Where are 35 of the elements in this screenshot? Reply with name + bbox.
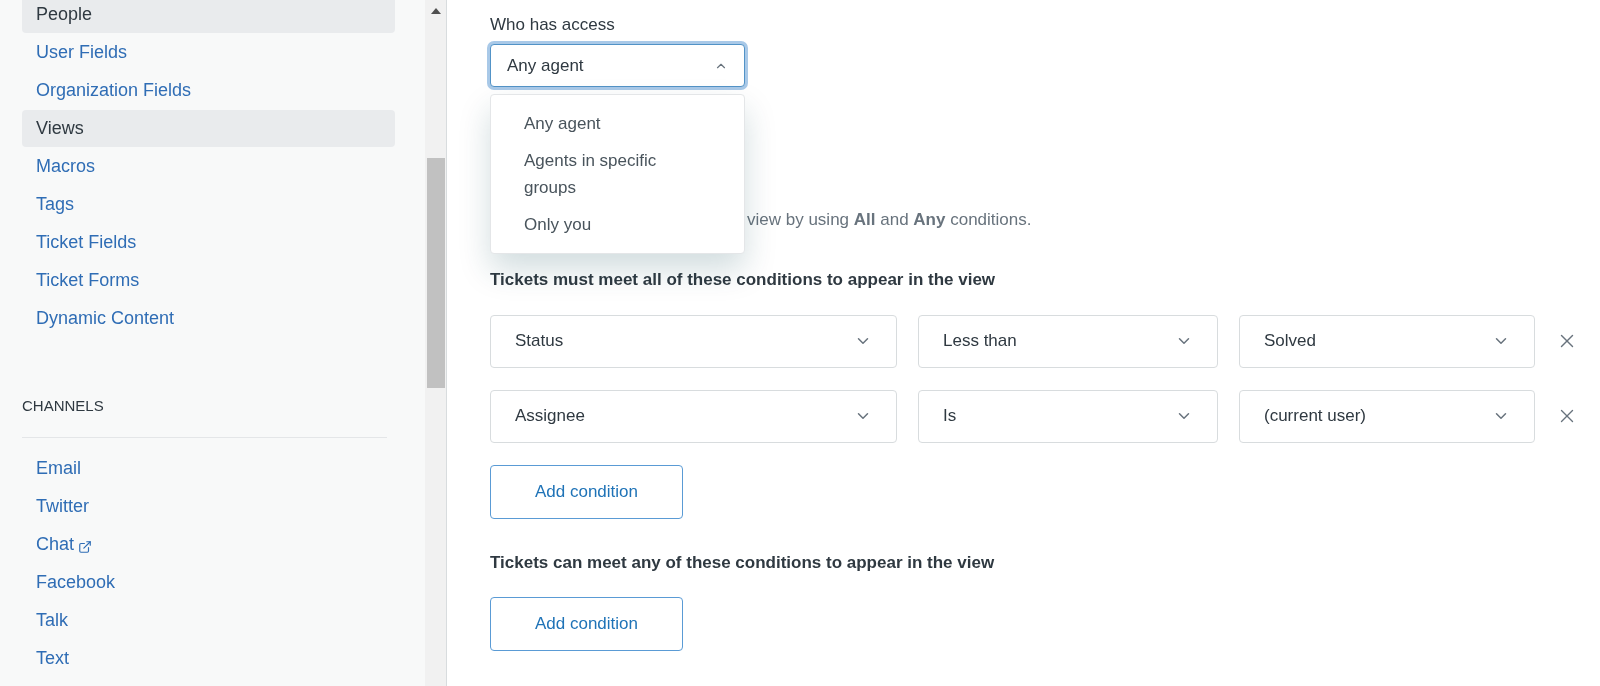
- select-field[interactable]: Less than: [918, 314, 1218, 368]
- dropdown-option[interactable]: Only you: [491, 206, 711, 243]
- dropdown-option[interactable]: Any agent: [491, 105, 711, 142]
- sidebar-item[interactable]: Views: [22, 110, 395, 147]
- select-field[interactable]: Is: [918, 389, 1218, 443]
- sidebar-item[interactable]: Email: [22, 450, 395, 487]
- sidebar-item[interactable]: Ticket Forms: [22, 262, 395, 299]
- section-heading: CHANNELS: [22, 396, 105, 415]
- sidebar-item[interactable]: Organization Fields: [22, 72, 395, 109]
- description-text: view by using All and Any conditions.: [747, 210, 1032, 229]
- section-heading: Tickets must meet all of these conditions to appear in the view: [490, 269, 997, 291]
- sidebar-item[interactable]: Talk: [22, 602, 395, 639]
- sidebar-item[interactable]: Facebook: [22, 564, 395, 601]
- dropdown-option[interactable]: Agents in specific groups: [491, 142, 711, 206]
- scrollbar-thumb[interactable]: [426, 158, 445, 388]
- scroll-up-icon[interactable]: [430, 8, 441, 14]
- sidebar-item[interactable]: People: [22, 0, 395, 33]
- sidebar-item[interactable]: Macros: [22, 148, 395, 185]
- add-condition-button[interactable]: Add condition: [490, 597, 683, 651]
- add-condition-button[interactable]: Add condition: [490, 464, 683, 519]
- field-label: Who has access: [490, 14, 616, 36]
- select-field[interactable]: Assignee: [490, 389, 897, 443]
- sidebar-item[interactable]: Tags: [22, 186, 395, 223]
- sidebar-item[interactable]: Chat: [22, 526, 395, 563]
- select-field[interactable]: Status: [490, 314, 897, 368]
- sidebar-item[interactable]: Dynamic Content: [22, 300, 395, 337]
- section-heading: Tickets can meet any of these conditions to appear in the view: [490, 551, 996, 574]
- sidebar-item[interactable]: User Fields: [22, 34, 395, 71]
- access-select[interactable]: Any agent: [490, 44, 745, 87]
- sidebar-item[interactable]: Twitter: [22, 488, 395, 525]
- sidebar-item[interactable]: Ticket Fields: [22, 224, 395, 261]
- select-field[interactable]: Solved: [1239, 314, 1535, 368]
- select-field[interactable]: (current user): [1239, 389, 1535, 443]
- sidebar-item[interactable]: Text: [22, 640, 395, 677]
- scrollbar[interactable]: [425, 0, 446, 686]
